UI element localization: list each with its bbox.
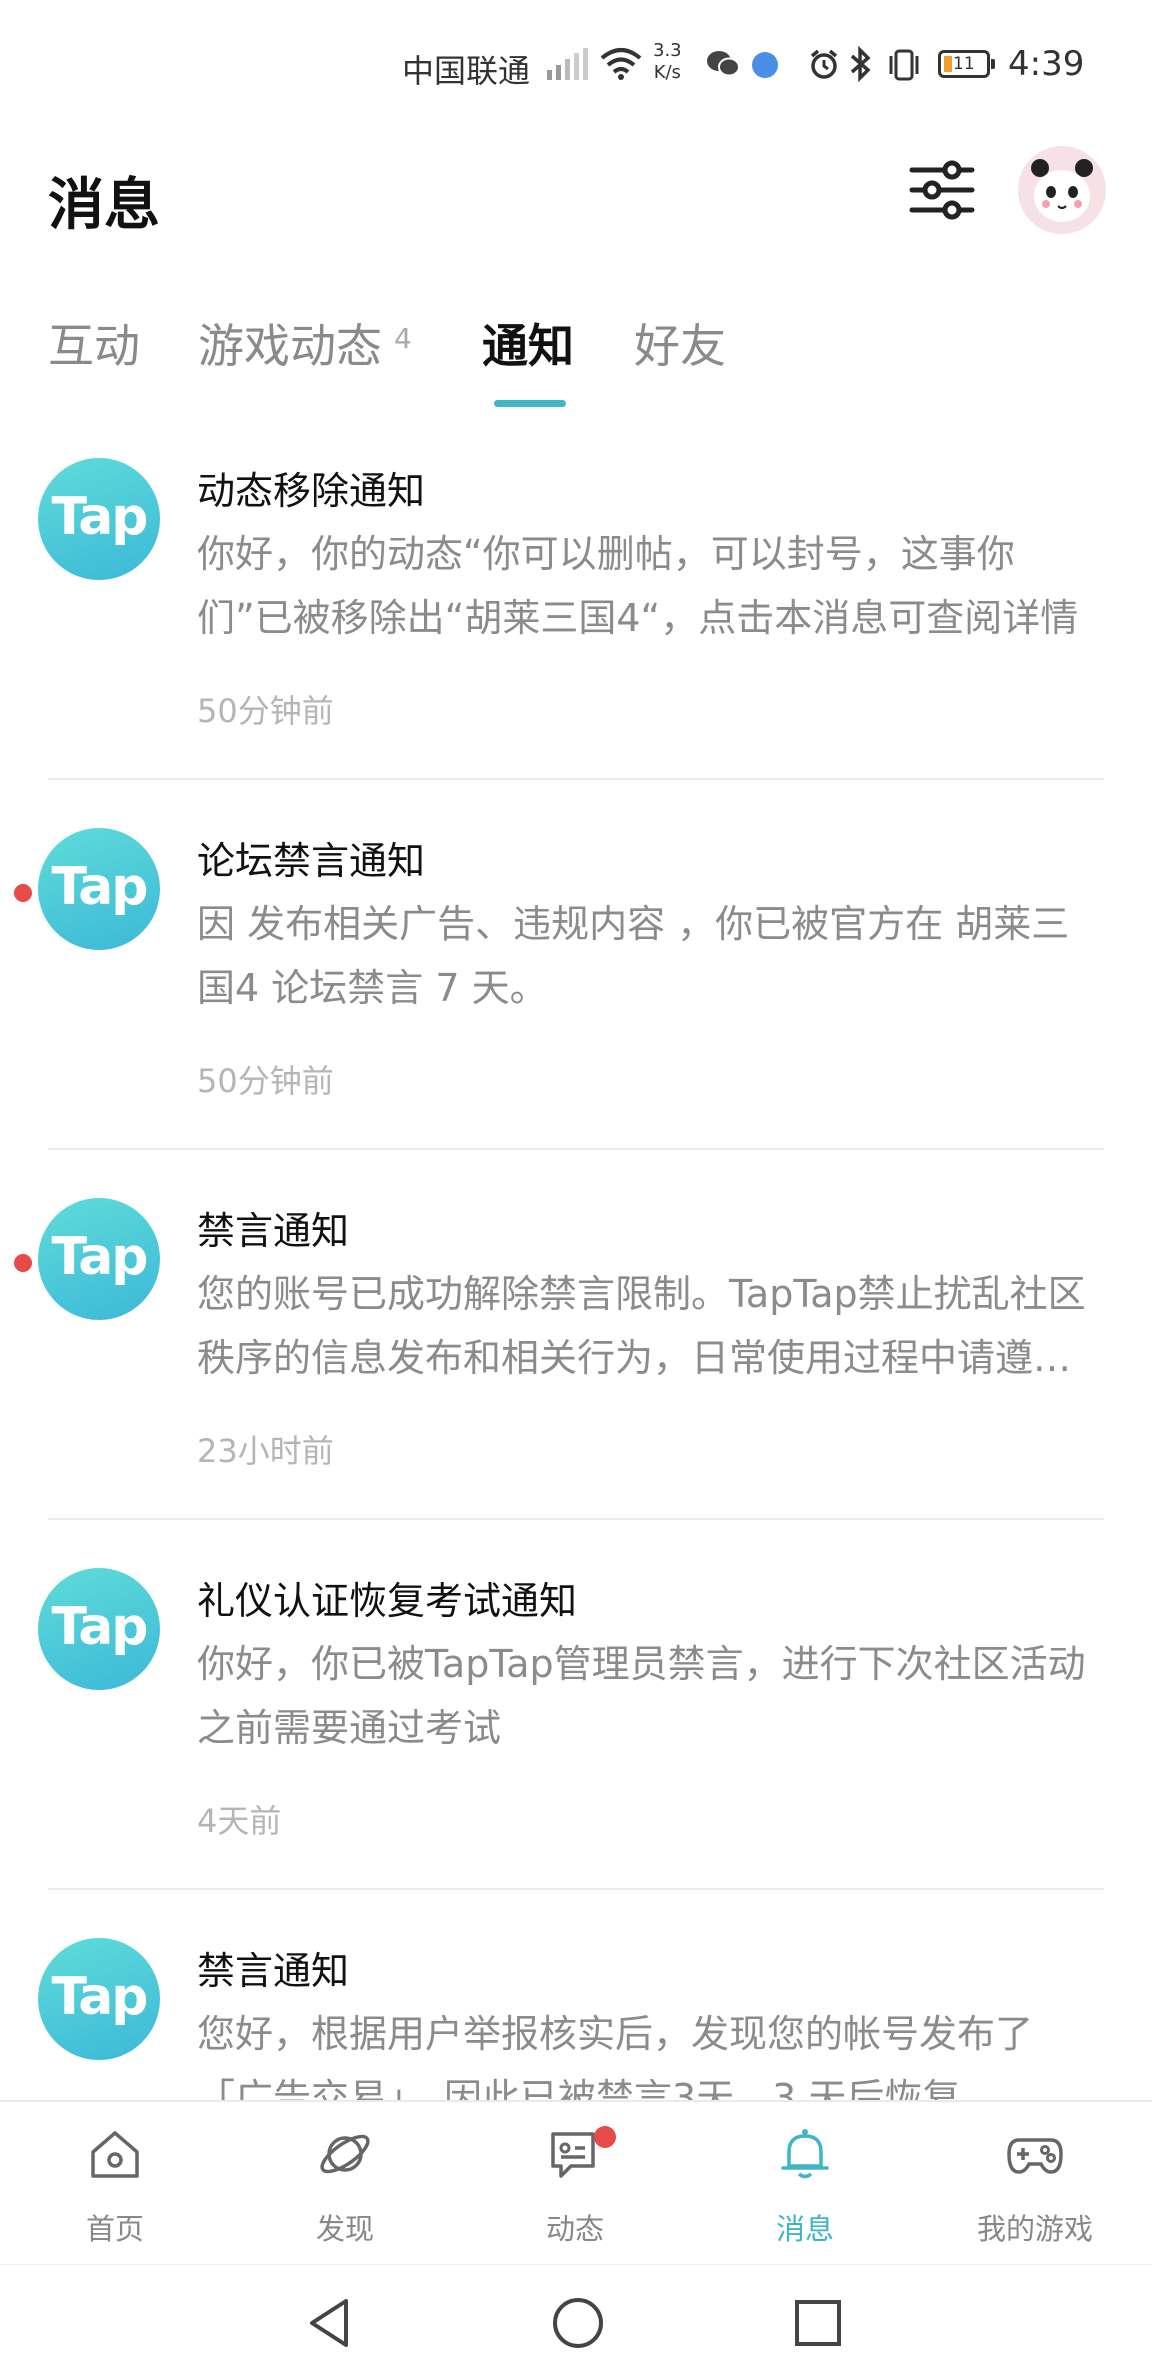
carrier-label: 中国联通 xyxy=(402,52,531,90)
notice-body: 你好，你已被TapTap管理员禁言，进行下次社区活动之前需要通过考试 xyxy=(197,1642,1086,1750)
notice-time: 50分钟前 xyxy=(197,1062,334,1100)
notice-time: 23小时前 xyxy=(197,1432,334,1470)
avatar[interactable] xyxy=(1018,146,1106,234)
wechat-icon xyxy=(706,50,740,82)
nav-label: 我的游戏 xyxy=(976,2212,1093,2246)
notice-title: 禁言通知 xyxy=(197,1209,350,1253)
notice-body: 因 发布相关广告、违规内容 ，你已被官方在 胡莱三国4 论坛禁言 7 天。 xyxy=(197,902,1070,1010)
unread-dot xyxy=(14,884,32,902)
active-tab-indicator xyxy=(494,400,566,407)
network-speed: 3.3 K/s xyxy=(653,40,682,83)
filter-settings-button[interactable] xyxy=(902,150,982,230)
system-navigation-bar xyxy=(0,2264,1152,2377)
notice-time: 50分钟前 xyxy=(197,692,334,730)
tab-count-badge: 4 xyxy=(394,322,412,355)
gamepad-icon xyxy=(1007,2138,1063,2174)
tap-logo-icon: Tap xyxy=(38,1198,160,1320)
tap-logo-icon: Tap xyxy=(38,1938,160,2060)
back-icon[interactable] xyxy=(300,2295,360,2351)
clock: 4:39 xyxy=(1008,44,1085,84)
nav-label: 首页 xyxy=(85,2212,144,2246)
notice-title: 禁言通知 xyxy=(197,1949,350,1993)
notice-body: 你好，你的动态“你可以删帖，可以封号，这事你们”已被移除出“胡莱三国4“，点击本… xyxy=(197,532,1079,640)
notice-time: 4天前 xyxy=(197,1802,282,1840)
notice-title: 动态移除通知 xyxy=(197,469,426,513)
tab-game-updates[interactable]: 游戏动态 4 xyxy=(198,310,412,376)
page-title: 消息 xyxy=(48,173,160,238)
vibrate-icon xyxy=(886,48,922,86)
bottom-tab-bar: 首页 发现 动态 消息 我的游戏 xyxy=(0,2100,1152,2266)
list-item[interactable]: Tap 禁言通知 您的账号已成功解除禁言限制。TapTap禁止扰乱社区秩序的信息… xyxy=(0,1150,1152,1520)
tap-logo-icon: Tap xyxy=(38,1568,160,1690)
message-tabs: 互动 游戏动态 4 通知 好友 xyxy=(0,310,1152,410)
bluetooth-icon xyxy=(848,45,872,86)
nav-home[interactable]: 首页 xyxy=(0,2102,230,2266)
nav-messages[interactable]: 消息 xyxy=(690,2102,920,2266)
tab-notifications[interactable]: 通知 xyxy=(482,310,574,376)
status-bar: 中国联通 3.3 K/s 11 4:39 xyxy=(0,0,1152,130)
home-circle-icon[interactable] xyxy=(550,2295,606,2351)
wifi-icon xyxy=(600,46,642,84)
bell-icon xyxy=(781,2129,829,2179)
list-item[interactable]: Tap 动态移除通知 你好，你的动态“你可以删帖，可以封号，这事你们”已被移除出… xyxy=(0,410,1152,780)
nav-discover[interactable]: 发现 xyxy=(230,2102,460,2266)
notice-body: 您的账号已成功解除禁言限制。TapTap禁止扰乱社区秩序的信息发布和相关行为，日… xyxy=(197,1272,1086,1380)
battery-indicator: 11 xyxy=(938,50,995,78)
sliders-icon xyxy=(909,160,975,220)
tap-logo-icon: Tap xyxy=(38,458,160,580)
tab-interaction[interactable]: 互动 xyxy=(48,310,140,376)
planet-icon xyxy=(320,2134,370,2174)
app-notification-icon xyxy=(752,52,778,78)
notice-title: 礼仪认证恢复考试通知 xyxy=(197,1579,578,1623)
unread-dot xyxy=(14,1254,32,1272)
alarm-icon xyxy=(808,48,840,84)
list-item[interactable]: Tap 礼仪认证恢复考试通知 你好，你已被TapTap管理员禁言，进行下次社区活… xyxy=(0,1520,1152,1890)
nav-label: 消息 xyxy=(775,2212,834,2246)
notification-badge xyxy=(594,2126,616,2148)
signal-icon xyxy=(545,46,593,86)
tab-friends[interactable]: 好友 xyxy=(634,310,726,376)
nav-feed[interactable]: 动态 xyxy=(460,2102,690,2266)
recent-apps-icon[interactable] xyxy=(790,2295,846,2351)
home-icon xyxy=(91,2131,139,2178)
list-item[interactable]: Tap 论坛禁言通知 因 发布相关广告、违规内容 ，你已被官方在 胡莱三国4 论… xyxy=(0,780,1152,1150)
nav-label: 发现 xyxy=(315,2212,374,2246)
tap-logo-icon: Tap xyxy=(38,828,160,950)
nav-label: 动态 xyxy=(545,2212,604,2246)
nav-my-games[interactable]: 我的游戏 xyxy=(920,2102,1150,2266)
panda-avatar-icon xyxy=(1018,146,1106,234)
notice-title: 论坛禁言通知 xyxy=(197,839,426,883)
